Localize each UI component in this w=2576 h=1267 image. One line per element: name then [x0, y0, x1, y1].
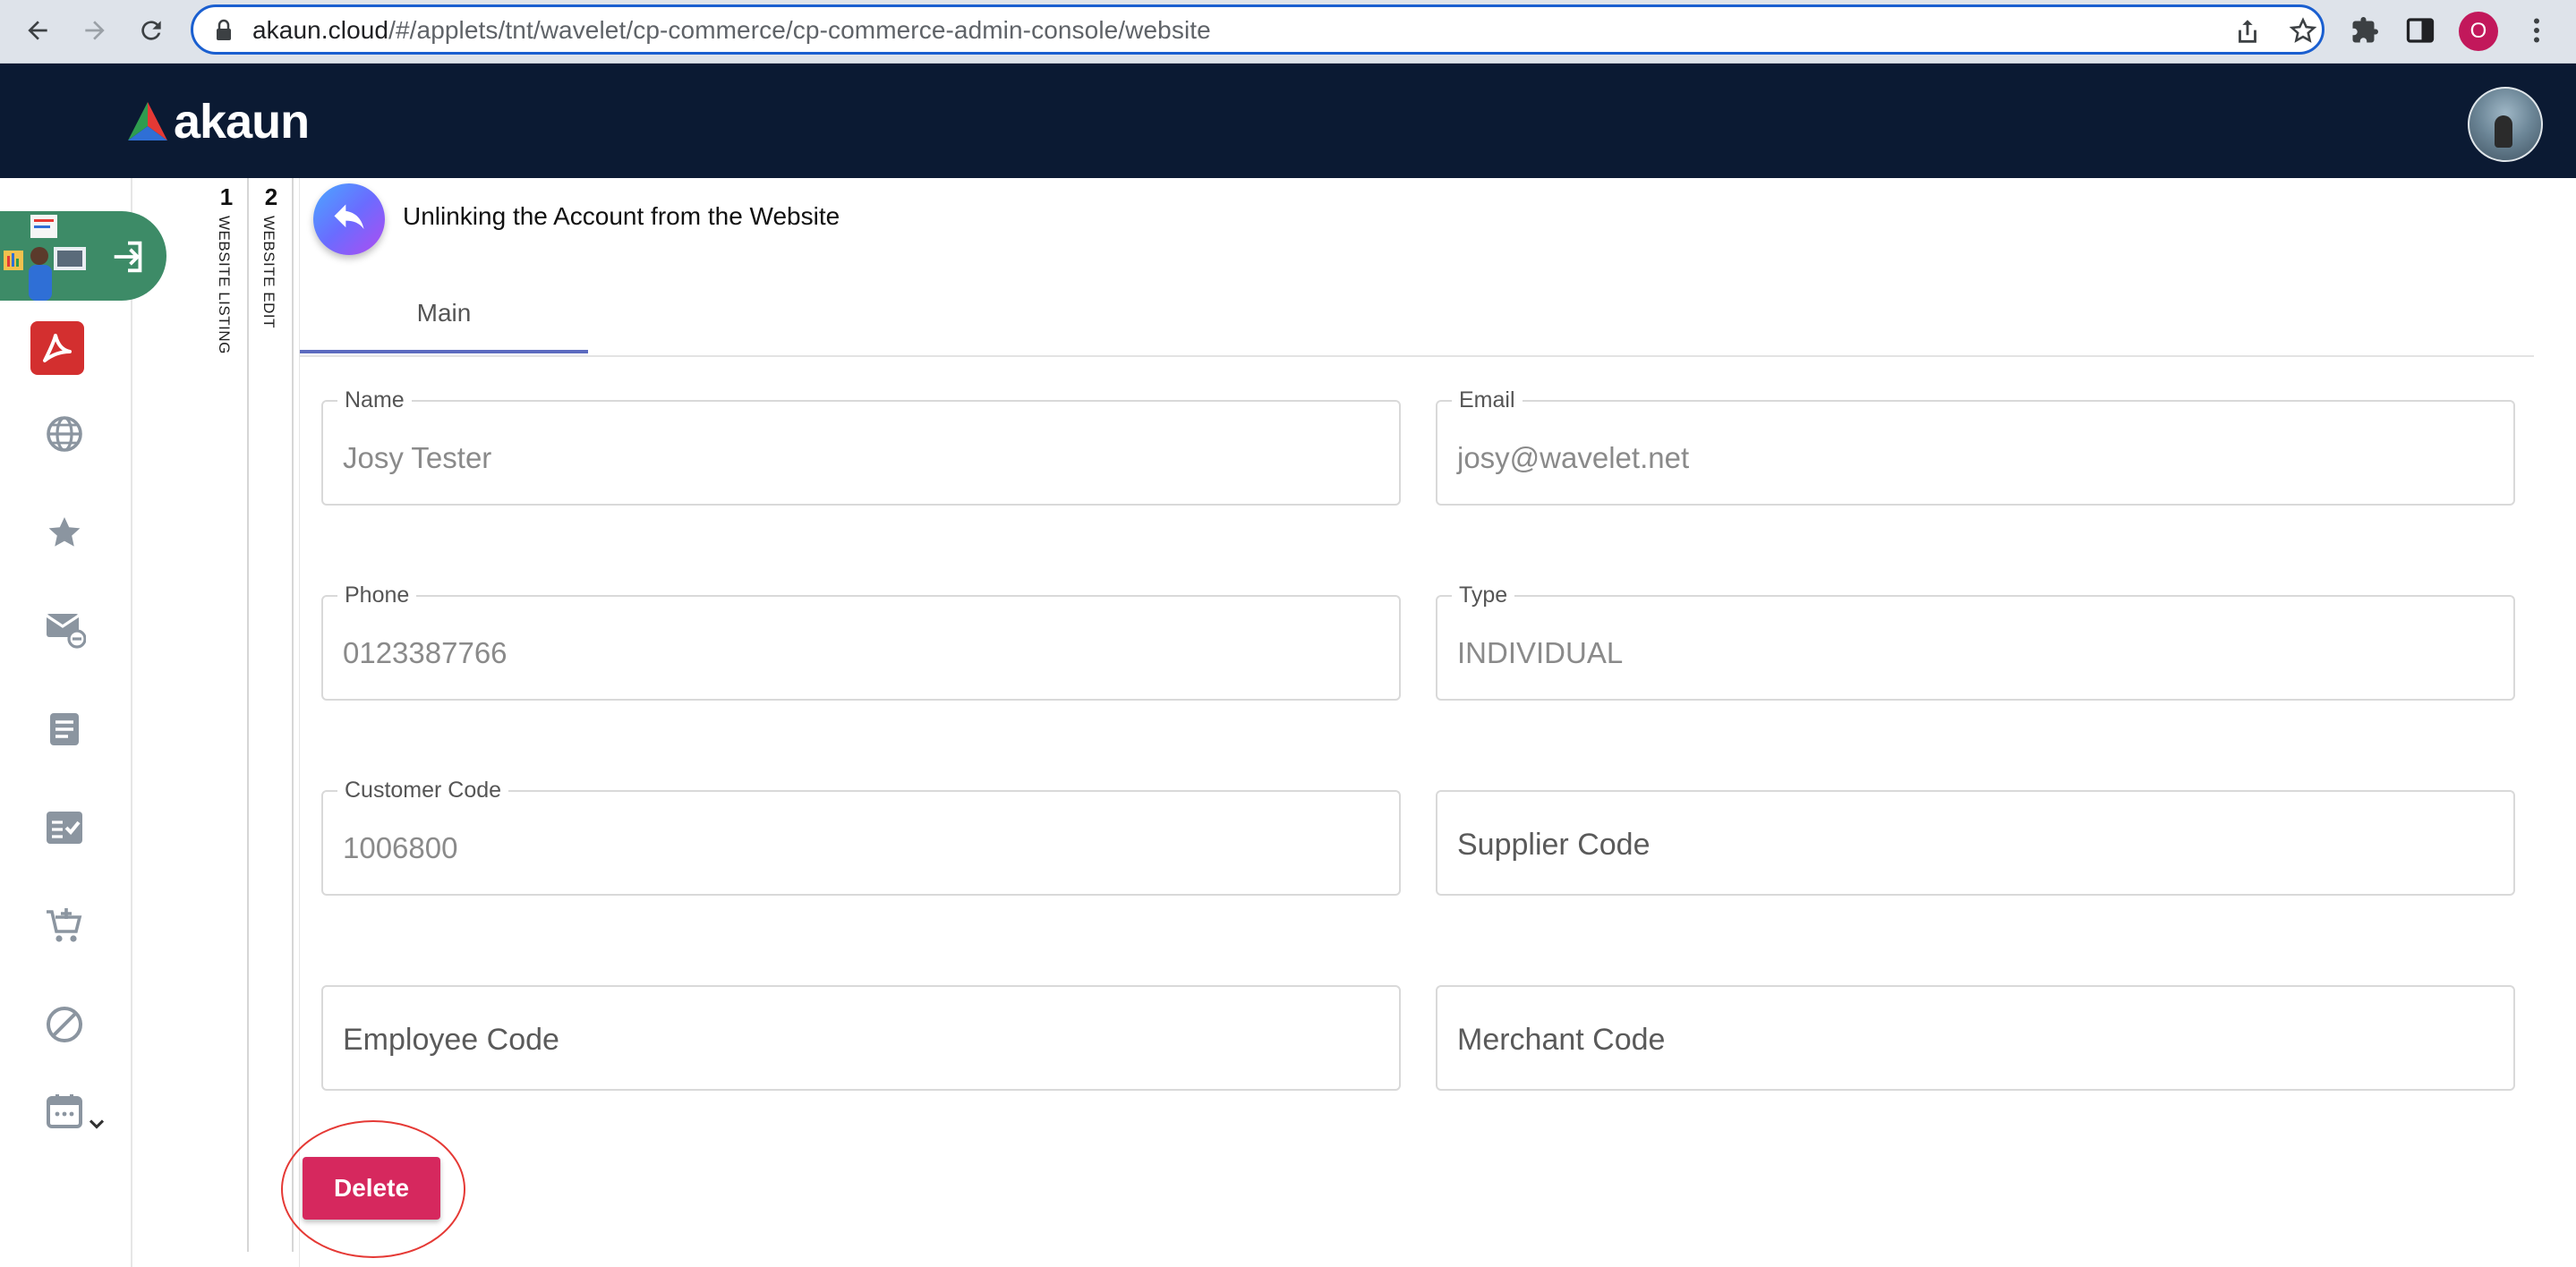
merchant-code-placeholder: Merchant Code: [1457, 1023, 1666, 1057]
workspace-illustration-icon: [4, 215, 86, 301]
phone-label: Phone: [337, 582, 417, 608]
step-rail: 1 WEBSITE LISTING 2 WEBSITE EDIT: [206, 178, 299, 1252]
chevron-down-icon[interactable]: [84, 1111, 109, 1136]
star-icon[interactable]: [39, 508, 90, 558]
supplier-code-field[interactable]: Supplier Code: [1436, 790, 2515, 896]
type-label: Type: [1452, 582, 1515, 608]
phone-value: 0123387766: [343, 636, 508, 669]
employee-code-placeholder: Employee Code: [343, 1023, 559, 1057]
email-label: Email: [1452, 387, 1523, 413]
share-icon[interactable]: [2232, 16, 2263, 47]
calendar-icon[interactable]: [39, 1085, 90, 1135]
bookmark-star-icon[interactable]: [2288, 16, 2318, 47]
back-button[interactable]: [313, 183, 385, 255]
browser-profile-avatar[interactable]: O: [2459, 12, 2498, 51]
delete-highlight-circle: [281, 1120, 465, 1258]
tab-bar: Main: [300, 276, 2534, 357]
phone-field[interactable]: Phone 0123387766: [321, 582, 1401, 701]
browser-toolbar: akaun.cloud/#/applets/tnt/wavelet/cp-com…: [0, 0, 2576, 64]
mail-icon[interactable]: [39, 603, 90, 653]
globe-icon[interactable]: [39, 409, 90, 459]
back-arrow-icon[interactable]: [19, 12, 56, 49]
checklist-icon[interactable]: [39, 803, 90, 853]
cart-icon[interactable]: [39, 901, 90, 951]
main-panel: Unlinking the Account from the Website M…: [299, 178, 2534, 1267]
akaun-logo[interactable]: akaun: [125, 94, 310, 149]
akaun-logo-mark-icon: [128, 102, 167, 140]
name-label: Name: [337, 387, 412, 413]
document-icon[interactable]: [39, 704, 90, 754]
lock-icon: [217, 19, 231, 40]
step-website-edit[interactable]: 2 WEBSITE EDIT: [251, 178, 294, 1252]
extensions-puzzle-icon[interactable]: [2349, 14, 2381, 47]
login-arrow-icon: [114, 241, 142, 273]
side-panel-icon[interactable]: [2404, 14, 2436, 47]
name-field[interactable]: Name Josy Tester: [321, 387, 1401, 506]
address-bar[interactable]: akaun.cloud/#/applets/tnt/wavelet/cp-com…: [191, 4, 2324, 55]
app-sidebar: [0, 178, 166, 1267]
app-header: akaun: [0, 64, 2576, 178]
type-field[interactable]: Type INDIVIDUAL: [1436, 582, 2515, 701]
customer-code-field[interactable]: Customer Code 1006800: [321, 778, 1401, 896]
merchant-code-field[interactable]: Merchant Code: [1436, 985, 2515, 1091]
employee-code-field[interactable]: Employee Code: [321, 985, 1401, 1091]
page-title: Unlinking the Account from the Website: [403, 202, 840, 230]
tab-main[interactable]: Main: [300, 276, 588, 353]
supplier-code-placeholder: Supplier Code: [1457, 828, 1651, 862]
block-icon[interactable]: [39, 999, 90, 1050]
step-website-listing[interactable]: 1 WEBSITE LISTING: [206, 178, 249, 1252]
customer-code-label: Customer Code: [337, 778, 509, 804]
customer-code-value: 1006800: [343, 831, 458, 864]
reply-arrow-icon: [334, 204, 364, 229]
type-value: INDIVIDUAL: [1457, 636, 1624, 669]
email-value: josy@wavelet.net: [1457, 441, 1690, 474]
email-field[interactable]: Email josy@wavelet.net: [1436, 387, 2515, 506]
applet-launcher-button[interactable]: [0, 211, 166, 301]
name-value: Josy Tester: [343, 441, 492, 474]
more-vert-icon[interactable]: [2521, 14, 2553, 47]
reload-icon[interactable]: [132, 12, 170, 49]
acrobat-icon[interactable]: [30, 321, 84, 375]
url-text: akaun.cloud/#/applets/tnt/wavelet/cp-com…: [252, 16, 1211, 44]
forward-arrow-icon[interactable]: [76, 12, 114, 49]
user-avatar[interactable]: [2468, 87, 2543, 162]
